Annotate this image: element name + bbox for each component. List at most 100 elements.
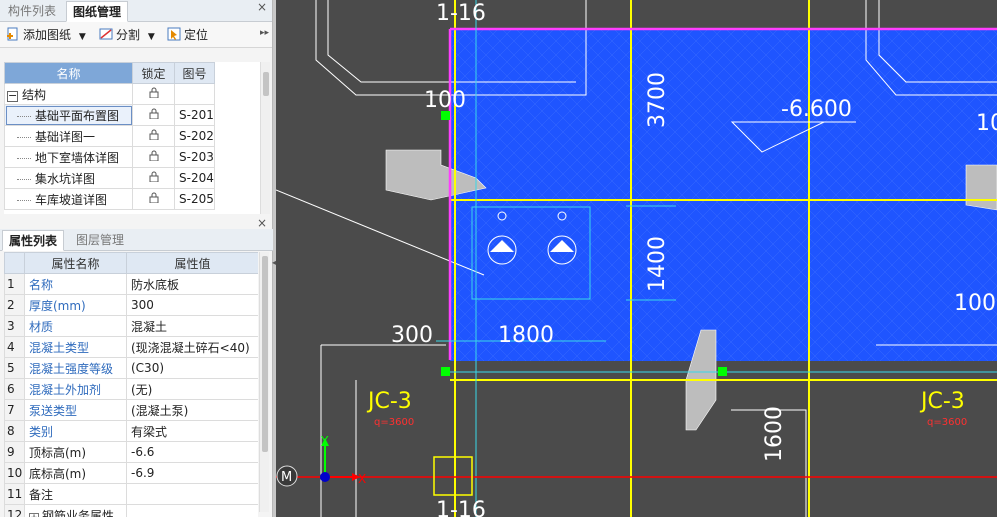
property-row[interactable]: 7 泵送类型 (混凝土泵) [4,399,258,421]
property-value[interactable]: (混凝土泵) [126,399,258,421]
row-index: 8 [4,420,25,442]
dim-300: 300 [391,323,433,348]
property-grid: 属性名称 属性值 1 名称 防水底板 2 厚度(mm) 300 3 材质 混凝土 4 混凝土类型 (现… [4,252,258,517]
row-index: 11 [4,483,25,505]
close-icon[interactable]: × [257,216,267,230]
row-index: 2 [4,294,25,316]
column-header-lock[interactable]: 锁定 [132,62,175,84]
property-row[interactable]: 5 混凝土强度等级 (C30) [4,357,258,379]
dim-1400: 1400 [645,236,670,292]
property-name: 混凝土外加剂 [29,382,102,397]
axis-x-label: X [358,472,366,486]
property-row[interactable]: 6 混凝土外加剂 (无) [4,378,258,400]
property-value[interactable]: 有梁式 [126,420,258,442]
property-value[interactable] [126,504,258,517]
group-row[interactable]: − 结构 [4,83,215,105]
drawing-row[interactable]: 基础详图一 S-202 [4,125,215,147]
property-row[interactable]: 12 +钢筋业务属性 [4,504,258,517]
property-row[interactable]: 1 名称 防水底板 [4,273,258,295]
property-value[interactable] [126,483,258,505]
row-index: 12 [4,504,25,517]
cad-canvas[interactable]: 1-16 100 -6.600 300 1800 100 10 1-16 370… [276,0,997,517]
drawing-code: S-203 [174,146,215,168]
drawing-name: 基础详图一 [35,129,96,144]
property-name: 混凝土类型 [29,340,90,355]
jc3-right-label: JC-3 [919,389,965,414]
drawing-row[interactable]: 地下室墙体详图 S-203 [4,146,215,168]
axis-label-bottom-left: 1-16 [436,498,486,517]
lock-icon[interactable] [149,129,159,141]
lock-icon[interactable] [149,171,159,183]
locate-icon [167,27,181,41]
property-panel-tabs: 属性列表 图层管理 [0,229,273,251]
row-index: 4 [4,336,25,358]
elevation-label: -6.600 [781,97,852,122]
property-name: 类别 [29,424,54,439]
tab-component-list[interactable]: 构件列表 [2,1,62,22]
property-row[interactable]: 2 厚度(mm) 300 [4,294,258,316]
drawing-row[interactable]: 车库坡道详图 S-205 [4,188,215,210]
drawing-panel-tabs: 构件列表 图纸管理 × [0,0,272,22]
column-header-code[interactable]: 图号 [174,62,215,84]
drawing-row[interactable]: 集水坑详图 S-204 [4,167,215,189]
property-value[interactable]: -6.6 [126,441,258,463]
chevron-down-icon: ▼ [147,32,155,42]
split-button[interactable]: 分割 ▼ [99,26,155,44]
row-index: 7 [4,399,25,421]
property-row[interactable]: 4 混凝土类型 (现浇混凝土碎石<40) [4,336,258,358]
tree-branch [17,157,31,159]
property-value[interactable]: (无) [126,378,258,400]
property-row[interactable]: 10 底标高(m) -6.9 [4,462,258,484]
left-panel: 构件列表 图纸管理 × 添加图纸 ▼ 分割 ▼ 定位 ▸▸ 名称 锁定 图号 −… [0,0,273,517]
tab-layer-management[interactable]: 图层管理 [70,230,130,251]
lock-icon[interactable] [149,87,159,99]
lock-icon[interactable] [149,150,159,162]
tree-branch [17,178,31,180]
add-drawing-label: 添加图纸 [23,28,72,42]
dim-1600: 1600 [762,406,787,462]
property-name: 材质 [29,319,54,334]
drawing-name: 车库坡道详图 [35,192,108,207]
tree-branch [17,136,31,138]
property-row[interactable]: 3 材质 混凝土 [4,315,258,337]
more-icon[interactable]: ▸▸ [260,28,269,38]
row-index: 1 [4,273,25,295]
lock-icon[interactable] [149,108,159,120]
property-value[interactable]: 防水底板 [126,273,258,295]
property-row[interactable]: 9 顶标高(m) -6.6 [4,441,258,463]
property-value[interactable]: (现浇混凝土碎石<40) [126,336,258,358]
drawing-row[interactable]: 基础平面布置图 S-201 [4,104,215,126]
locate-button[interactable]: 定位 [167,26,208,44]
tab-drawing-management[interactable]: 图纸管理 [66,1,129,22]
group-label: 结构 [22,87,47,102]
dim-1800: 1800 [498,323,554,348]
axis-label-top-left: 1-16 [436,1,486,26]
close-icon[interactable]: × [257,0,267,14]
property-value[interactable]: 300 [126,294,258,316]
lock-icon[interactable] [149,192,159,204]
split-icon [99,28,113,40]
column-header-name[interactable]: 名称 [4,62,133,84]
drawing-toolbar: 添加图纸 ▼ 分割 ▼ 定位 ▸▸ [0,22,272,48]
property-name: 名称 [29,277,54,292]
dim-100-right: 100 [954,291,996,316]
property-value[interactable]: (C30) [126,357,258,379]
property-row[interactable]: 11 备注 [4,483,258,505]
drawing-list-scrollbar[interactable] [260,62,270,214]
column-header-property-value: 属性值 [126,252,258,274]
property-value[interactable]: -6.9 [126,462,258,484]
add-drawing-button[interactable]: 添加图纸 ▼ [6,26,86,44]
snap-marker-label: M [281,470,292,485]
tab-property-list[interactable]: 属性列表 [2,230,65,251]
property-name: 泵送类型 [29,403,78,418]
property-value[interactable]: 混凝土 [126,315,258,337]
row-index: 5 [4,357,25,379]
expand-icon[interactable]: + [29,512,39,517]
row-index: 10 [4,462,25,484]
property-grid-scrollbar[interactable] [259,252,269,512]
drawing-name: 基础平面布置图 [35,108,120,123]
tree-branch [17,199,31,201]
property-name: 底标高(m) [29,466,87,481]
collapse-icon[interactable]: − [7,90,18,102]
property-row[interactable]: 8 类别 有梁式 [4,420,258,442]
